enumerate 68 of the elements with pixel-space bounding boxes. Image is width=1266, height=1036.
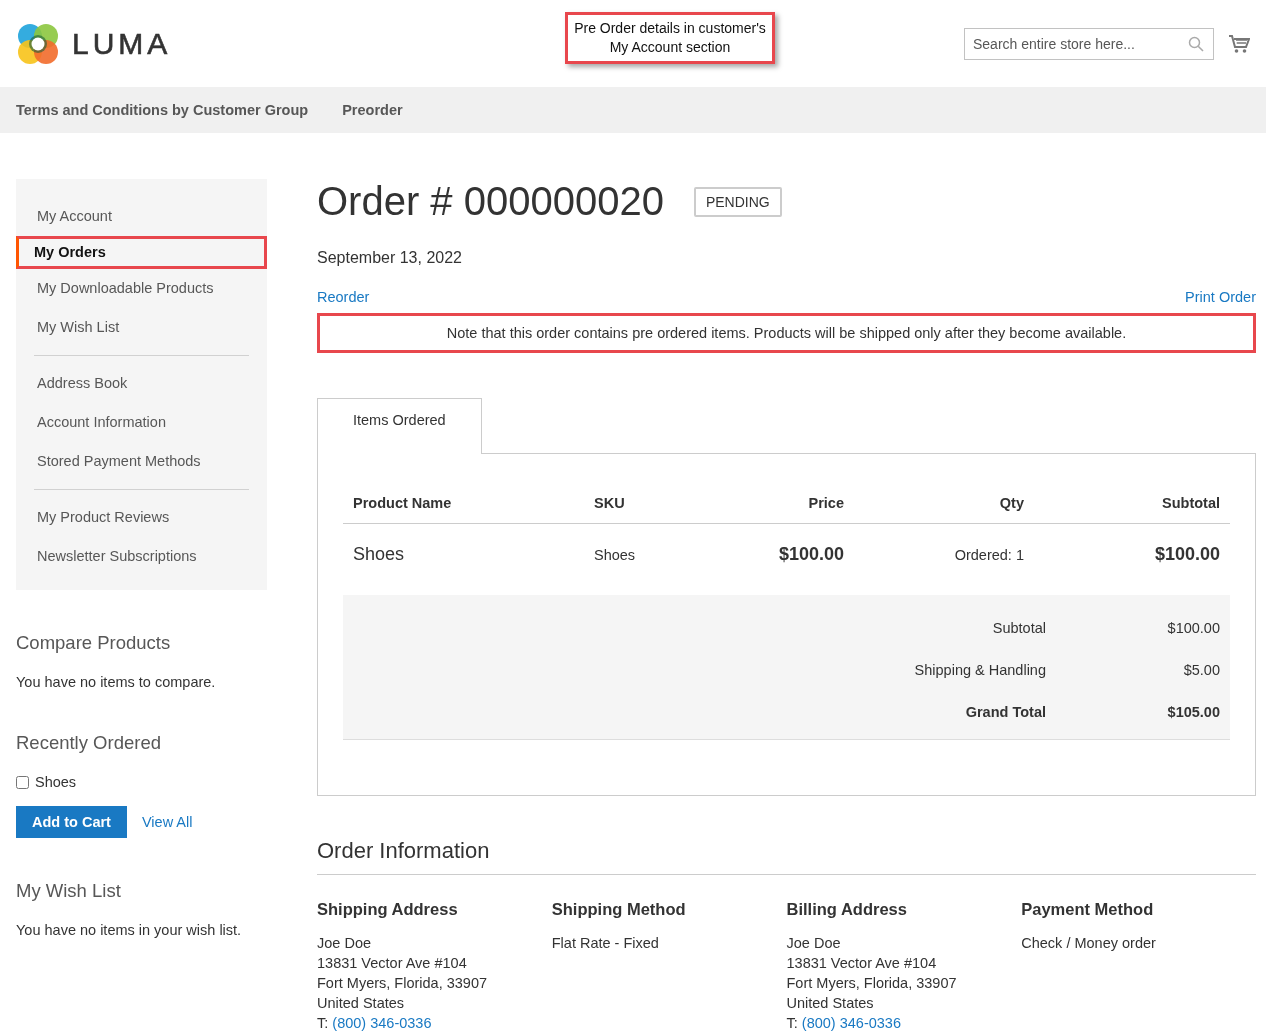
sidebar-link[interactable]: My Product Reviews (16, 498, 267, 537)
nav-link[interactable]: Terms and Conditions by Customer Group (16, 102, 309, 118)
sidebar-link[interactable]: Stored Payment Methods (16, 442, 267, 481)
total-value: $105.00 (1166, 704, 1220, 720)
add-to-cart-button[interactable]: Add to Cart (16, 806, 127, 838)
sidebar-link[interactable]: Newsletter Subscriptions (16, 537, 267, 576)
phone-label: T: (317, 1015, 330, 1031)
column-title: Shipping Method (551, 900, 687, 919)
print-order-link[interactable]: Print Order (1185, 289, 1256, 305)
address-line: United States (317, 994, 406, 1013)
address-line: 13831 Vector Ave #104 (317, 954, 468, 973)
empty-message: You have no items in your wish list. (16, 922, 243, 938)
column-header: Price (807, 495, 845, 511)
address-line: United States (786, 994, 875, 1013)
logo-text[interactable]: LUMA (72, 26, 172, 61)
table-cell-text: $100.00 (1153, 544, 1221, 565)
address-line: Joe Doe (786, 934, 842, 953)
search-icon[interactable] (1188, 35, 1204, 52)
address-line: Joe Doe (317, 934, 372, 953)
table-cell-text: Shoes (593, 546, 637, 563)
column-header: Qty (998, 495, 1025, 511)
column-title: Shipping Address (317, 900, 459, 919)
phone-link[interactable]: (800) 346-0336 (332, 1015, 432, 1031)
sidebar-link[interactable]: My Downloadable Products (16, 269, 267, 308)
address-line: 13831 Vector Ave #104 (786, 954, 938, 973)
address-line: Fort Myers, Florida, 33907 (317, 974, 489, 993)
cart-icon[interactable] (1228, 32, 1250, 55)
nav-link[interactable]: Preorder (342, 102, 403, 118)
total-label: Grand Total (964, 704, 1046, 720)
page-title: Order # 000000020 (317, 179, 664, 224)
sidebar-link[interactable]: My Account (16, 197, 267, 236)
status-badge: PENDING (693, 186, 782, 217)
address-line: Fort Myers, Florida, 33907 (786, 974, 958, 993)
column-header: SKU (593, 495, 626, 511)
column-header: Subtotal (1161, 495, 1221, 511)
section-title: My Wish List (16, 880, 122, 902)
search-field[interactable]: Search entire store here... (964, 27, 1214, 60)
column-title: Billing Address (786, 900, 908, 919)
total-label: Subtotal (991, 620, 1046, 636)
table-cell-text: $100.00 (777, 544, 845, 565)
order-date: September 13, 2022 (317, 249, 463, 267)
total-value: $100.00 (1166, 620, 1220, 636)
column-title: Payment Method (1021, 900, 1155, 919)
checkbox[interactable] (16, 775, 29, 789)
column-header: Product Name (352, 495, 453, 511)
table-cell-text: Ordered: 1 (953, 546, 1025, 563)
empty-message: You have no items to compare. (16, 674, 217, 690)
section-title: Compare Products (16, 632, 172, 654)
sidebar-link[interactable]: My Orders (16, 236, 267, 269)
phone-label: T: (786, 1015, 799, 1031)
section-title: Order Information (317, 838, 1256, 875)
total-value: $5.00 (1182, 662, 1220, 678)
tab[interactable]: Items Ordered (317, 398, 482, 454)
phone-link[interactable]: (800) 346-0336 (801, 1015, 901, 1031)
total-label: Shipping & Handling (913, 662, 1046, 678)
table-cell-text: Shoes (352, 544, 406, 565)
reorder-link[interactable]: Reorder (317, 289, 370, 305)
section-title: Recently Ordered (16, 732, 162, 754)
sidebar-link[interactable]: Address Book (16, 364, 267, 403)
view-all-link[interactable]: View All (141, 814, 193, 830)
address-line: Flat Rate - Fixed (551, 934, 660, 953)
preorder-notice: Note that this order contains pre ordered items. Products will be shipped only after they become available. (317, 313, 1256, 353)
address-line: Check / Money order (1021, 934, 1157, 953)
logo-icon[interactable] (16, 21, 60, 66)
callout-text: Pre Order details in customer's My Account section (574, 18, 766, 57)
sidebar-link[interactable]: My Wish List (16, 308, 267, 347)
product-label: Shoes (35, 774, 77, 790)
sidebar-link[interactable]: Account Information (16, 403, 267, 442)
